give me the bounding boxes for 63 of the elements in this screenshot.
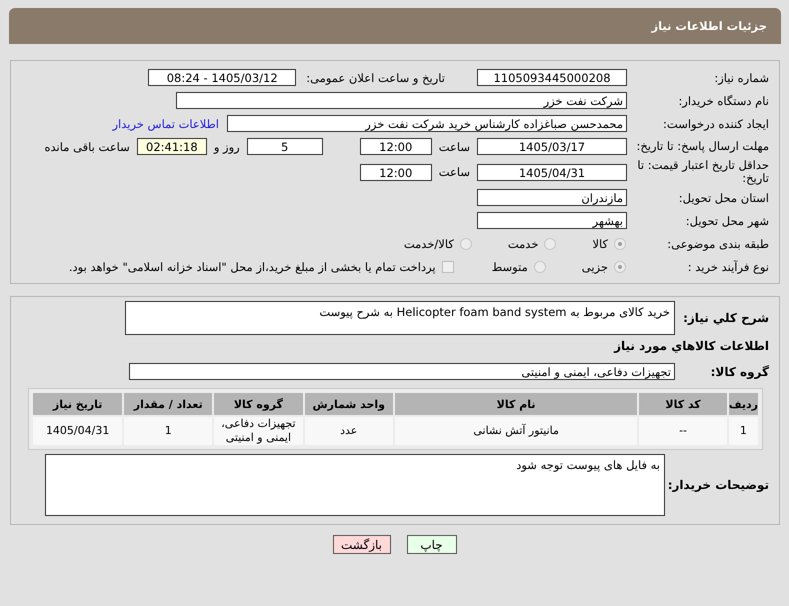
field-label: نوع فرآیند خرید :: [686, 260, 770, 274]
column-header: واحد شمارش: [304, 393, 393, 415]
field-label: شهر محل تحویل:: [684, 214, 770, 228]
column-header: ردیف: [728, 393, 758, 415]
field-label: استان محل تحویل:: [678, 190, 770, 204]
validity-date-field: 1405/04/31: [477, 164, 627, 180]
field-label: تاریخ و ساعت اعلان عمومی:: [306, 70, 445, 84]
column-header: کد کالا: [639, 393, 727, 415]
goods-group-field: تجهیزات دفاعی، ایمنی و امنیتی: [129, 363, 675, 380]
radio-label: کالا/خدمت: [404, 236, 454, 250]
buyer-org-field: شرکت نفت خزر: [176, 92, 627, 109]
column-header: نام کالا: [394, 393, 638, 415]
radio-button[interactable]: [614, 238, 626, 250]
table-cell: تجهیزات دفاعی، ایمنی و امنیتی: [214, 417, 303, 445]
table-cell: --: [639, 417, 727, 445]
summary-textarea[interactable]: خرید کالای مربوط به Helicopter foam band system به شرح پیوست: [125, 301, 675, 335]
contact-link[interactable]: اطلاعات تماس خریدار: [112, 116, 219, 130]
column-header: گروه کالا: [214, 393, 303, 415]
remaining-label: ساعت باقی مانده: [44, 140, 130, 154]
field-label: شرح کلي نياز:: [682, 311, 770, 325]
table-cell: عدد: [304, 417, 393, 445]
column-header: تعداد / مقدار: [124, 393, 212, 415]
radio-button[interactable]: [534, 260, 546, 272]
notes-textarea[interactable]: به فایل های پیوست توجه شود: [45, 454, 665, 516]
deadline-time-field: 12:00: [360, 138, 432, 155]
radio-label: جزیی: [582, 260, 608, 274]
checkbox[interactable]: [442, 260, 454, 272]
radio-button[interactable]: [544, 238, 556, 250]
time-label: ساعت: [438, 165, 470, 179]
days-label: روز و: [214, 140, 240, 154]
field-label: نام دستگاه خریدار:: [677, 94, 770, 108]
field-label: مهلت ارسال پاسخ: تا تاریخ:: [635, 140, 770, 153]
section-heading: اطلاعات کالاهاي مورد نياز: [612, 339, 770, 353]
deadline-date-field: 1405/03/17: [477, 138, 627, 155]
radio-label: کالا: [592, 236, 608, 250]
back-button[interactable]: بازگشت: [332, 535, 390, 554]
table-cell: 1: [728, 417, 758, 445]
radio-button[interactable]: [614, 260, 626, 272]
need-number-field: 1105093445000208: [477, 69, 627, 86]
table-cell: 1405/04/31: [33, 417, 122, 445]
field-label: گروه کالا:: [710, 364, 770, 378]
validity-time-field: 12:00: [360, 164, 432, 180]
table-cell: مانیتور آتش نشانی: [394, 417, 638, 445]
radio-label: متوسط: [492, 260, 528, 274]
city-field: بهشهر: [477, 212, 627, 229]
announce-date-field: 1405/03/12 - 08:24: [148, 69, 296, 86]
radio-button[interactable]: [460, 238, 472, 250]
field-label: ایجاد کننده درخواست:: [662, 116, 770, 130]
page-title: جزئیات اطلاعات نیاز: [651, 19, 767, 33]
column-header: تاریخ نیاز: [33, 393, 122, 415]
field-label: شماره نیاز:: [713, 70, 770, 84]
radio-label: خدمت: [508, 236, 538, 250]
days-field: 5: [246, 138, 323, 155]
field-label: توضیحات خریدار:: [666, 478, 770, 492]
table-cell: 1: [124, 417, 212, 445]
province-field: مازندران: [477, 189, 627, 206]
time-label: ساعت: [438, 140, 470, 154]
field-label: حداقل تاریخ اعتبار قیمت: تا تاریخ:: [636, 159, 770, 185]
print-button[interactable]: چاپ: [406, 535, 456, 554]
field-label: طبقه بندی موضوعی:: [666, 236, 770, 250]
remaining-time-field: 02:41:18: [136, 138, 207, 155]
requester-field: محمدحسن صباغزاده کارشناس خرید شرکت نفت خزر: [227, 115, 627, 132]
checkbox-label: پرداخت تمام یا بخشی از مبلغ خرید،از محل "اسناد خزانه اسلامی" خواهد بود.: [68, 260, 436, 274]
